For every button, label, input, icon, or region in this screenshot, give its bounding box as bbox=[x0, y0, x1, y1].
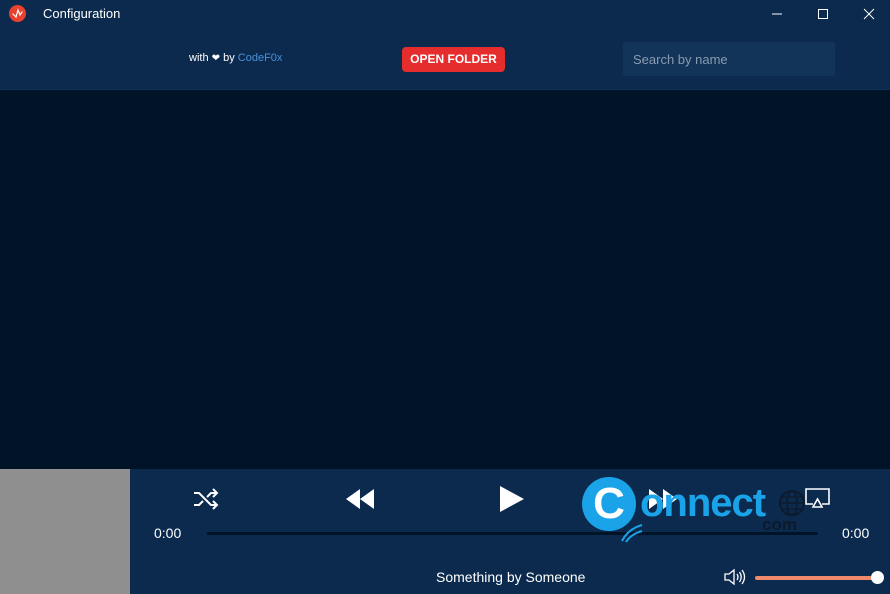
credit-by: by bbox=[223, 52, 235, 64]
open-folder-button[interactable]: OPEN FOLDER bbox=[402, 47, 505, 72]
shuffle-icon[interactable] bbox=[192, 486, 220, 512]
progress-bar[interactable] bbox=[207, 532, 818, 535]
volume-slider[interactable] bbox=[755, 571, 884, 584]
credit-prefix: with bbox=[189, 52, 209, 64]
close-icon bbox=[863, 8, 875, 20]
title-bar: Configuration bbox=[0, 0, 890, 28]
maximize-button[interactable] bbox=[800, 0, 846, 28]
volume-fill bbox=[755, 576, 877, 580]
heart-icon: ❤ bbox=[211, 53, 221, 64]
author-link[interactable]: CodeF0x bbox=[238, 52, 283, 64]
fast-forward-icon[interactable] bbox=[648, 488, 678, 510]
time-total: 0:00 bbox=[842, 525, 870, 541]
credit-line: with ❤ by CodeF0x bbox=[189, 52, 282, 64]
window-title: Configuration bbox=[43, 6, 121, 21]
time-current: 0:00 bbox=[154, 525, 182, 541]
album-art bbox=[0, 469, 130, 594]
app-header: with ❤ by CodeF0x OPEN FOLDER bbox=[0, 28, 890, 90]
player-bar: 0:00 0:00 Something by Someone bbox=[0, 469, 890, 594]
play-icon[interactable] bbox=[497, 485, 525, 513]
minimize-button[interactable] bbox=[754, 0, 800, 28]
app-logo-icon bbox=[9, 5, 26, 22]
volume-icon[interactable] bbox=[724, 568, 746, 586]
maximize-icon bbox=[818, 9, 828, 19]
now-playing-label: Something by Someone bbox=[436, 569, 586, 585]
song-list-area bbox=[0, 90, 890, 469]
search-input[interactable] bbox=[623, 42, 835, 76]
minimize-icon bbox=[772, 13, 782, 15]
rewind-icon[interactable] bbox=[345, 488, 375, 510]
cast-icon[interactable] bbox=[804, 487, 831, 511]
close-button[interactable] bbox=[846, 0, 890, 28]
volume-slider-thumb[interactable] bbox=[871, 571, 884, 584]
